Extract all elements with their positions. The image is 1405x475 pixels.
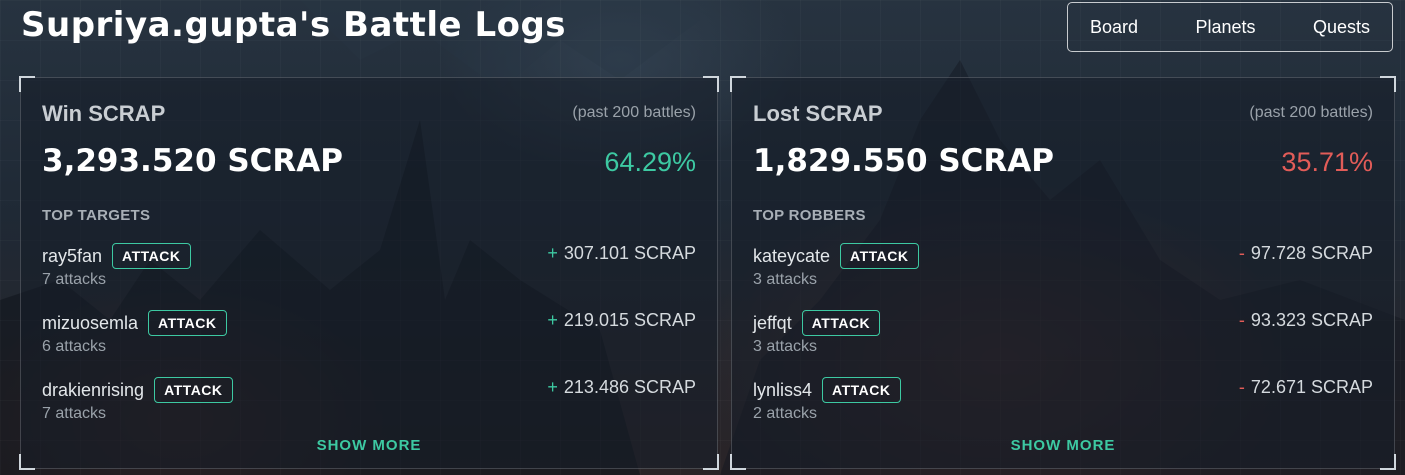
corner-bracket: [730, 454, 746, 470]
minus-sign: -: [1238, 377, 1245, 397]
lost-scrap-panel: Lost SCRAP (past 200 battles) 1,829.550 …: [730, 76, 1396, 470]
scrap-value: -93.323 SCRAP: [1239, 310, 1373, 331]
show-more-robbers-link[interactable]: SHOW MORE: [753, 437, 1373, 454]
attack-button[interactable]: ATTACK: [112, 243, 191, 269]
player-name[interactable]: mizuosemla: [42, 313, 138, 334]
corner-bracket: [703, 76, 719, 92]
attack-count: 3 attacks: [753, 338, 818, 355]
player-name[interactable]: drakienrising: [42, 380, 144, 401]
scrap-amount: 72.671 SCRAP: [1250, 377, 1373, 397]
corner-bracket: [19, 454, 35, 470]
section-label-top-targets: TOP TARGETS: [42, 207, 151, 224]
plus-sign: +: [547, 377, 558, 397]
win-scrap-panel: Win SCRAP (past 200 battles) 3,293.520 S…: [19, 76, 719, 470]
scrap-amount: 213.486 SCRAP: [563, 377, 696, 397]
scrap-amount: 307.101 SCRAP: [563, 243, 696, 263]
attack-button[interactable]: ATTACK: [801, 310, 881, 336]
panel-heading: Lost SCRAP: [753, 101, 883, 126]
list-item: drakienrising ATTACK 7 attacks +213.486 …: [42, 376, 696, 443]
attack-count: 2 attacks: [753, 405, 818, 422]
corner-bracket: [19, 76, 35, 92]
scrap-value: +219.015 SCRAP: [547, 310, 696, 331]
top-nav: Board Planets Quests: [1067, 2, 1393, 52]
minus-sign: -: [1238, 310, 1245, 330]
plus-sign: +: [547, 243, 558, 263]
loss-percentage: 35.71%: [1281, 147, 1373, 177]
top-targets-list: ray5fan ATTACK 7 attacks +307.101 SCRAP …: [42, 242, 696, 443]
scrap-value: -72.671 SCRAP: [1239, 377, 1373, 398]
scrap-value: -97.728 SCRAP: [1239, 243, 1373, 264]
panel-period: (past 200 battles): [572, 104, 696, 121]
top-robbers-list: kateycate ATTACK 3 attacks -97.728 SCRAP…: [753, 242, 1373, 443]
corner-bracket: [703, 454, 719, 470]
panel-border: [20, 91, 21, 455]
show-more-targets-link[interactable]: SHOW MORE: [42, 437, 696, 454]
list-item: kateycate ATTACK 3 attacks -97.728 SCRAP: [753, 242, 1373, 309]
attack-count: 3 attacks: [753, 271, 818, 288]
scrap-value: +213.486 SCRAP: [547, 377, 696, 398]
list-item: mizuosemla ATTACK 6 attacks +219.015 SCR…: [42, 309, 696, 376]
scrap-amount: 97.728 SCRAP: [1250, 243, 1373, 263]
attack-button[interactable]: ATTACK: [154, 377, 233, 403]
list-item: ray5fan ATTACK 7 attacks +307.101 SCRAP: [42, 242, 696, 309]
player-name[interactable]: kateycate: [753, 246, 830, 267]
attack-button[interactable]: ATTACK: [148, 310, 227, 336]
section-label-top-robbers: TOP ROBBERS: [753, 207, 866, 224]
attack-count: 7 attacks: [42, 405, 107, 422]
corner-bracket: [1380, 454, 1396, 470]
plus-sign: +: [547, 310, 558, 330]
attack-button[interactable]: ATTACK: [822, 377, 901, 403]
attack-button[interactable]: ATTACK: [840, 243, 919, 269]
nav-planets[interactable]: Planets: [1195, 17, 1255, 38]
minus-sign: -: [1238, 243, 1245, 263]
panel-heading: Win SCRAP: [42, 101, 166, 126]
player-name[interactable]: jeffqt: [753, 313, 792, 334]
nav-board[interactable]: Board: [1090, 17, 1138, 38]
scrap-amount: 219.015 SCRAP: [563, 310, 696, 330]
player-name[interactable]: ray5fan: [42, 246, 102, 267]
scrap-amount: 93.323 SCRAP: [1250, 310, 1373, 330]
panel-border: [1394, 91, 1395, 455]
win-total-amount: 3,293.520 SCRAP: [42, 143, 343, 179]
list-item: lynliss4 ATTACK 2 attacks -72.671 SCRAP: [753, 376, 1373, 443]
corner-bracket: [730, 76, 746, 92]
panel-border: [717, 91, 718, 455]
scrap-value: +307.101 SCRAP: [547, 243, 696, 264]
nav-quests[interactable]: Quests: [1313, 17, 1370, 38]
page-title: Supriya.gupta's Battle Logs: [21, 5, 567, 45]
attack-count: 6 attacks: [42, 338, 107, 355]
corner-bracket: [1380, 76, 1396, 92]
list-item: jeffqt ATTACK 3 attacks -93.323 SCRAP: [753, 309, 1373, 376]
win-percentage: 64.29%: [604, 147, 696, 177]
panel-border: [731, 91, 732, 455]
player-name[interactable]: lynliss4: [753, 380, 812, 401]
attack-count: 7 attacks: [42, 271, 107, 288]
panel-period: (past 200 battles): [1249, 104, 1373, 121]
lost-total-amount: 1,829.550 SCRAP: [753, 143, 1054, 179]
